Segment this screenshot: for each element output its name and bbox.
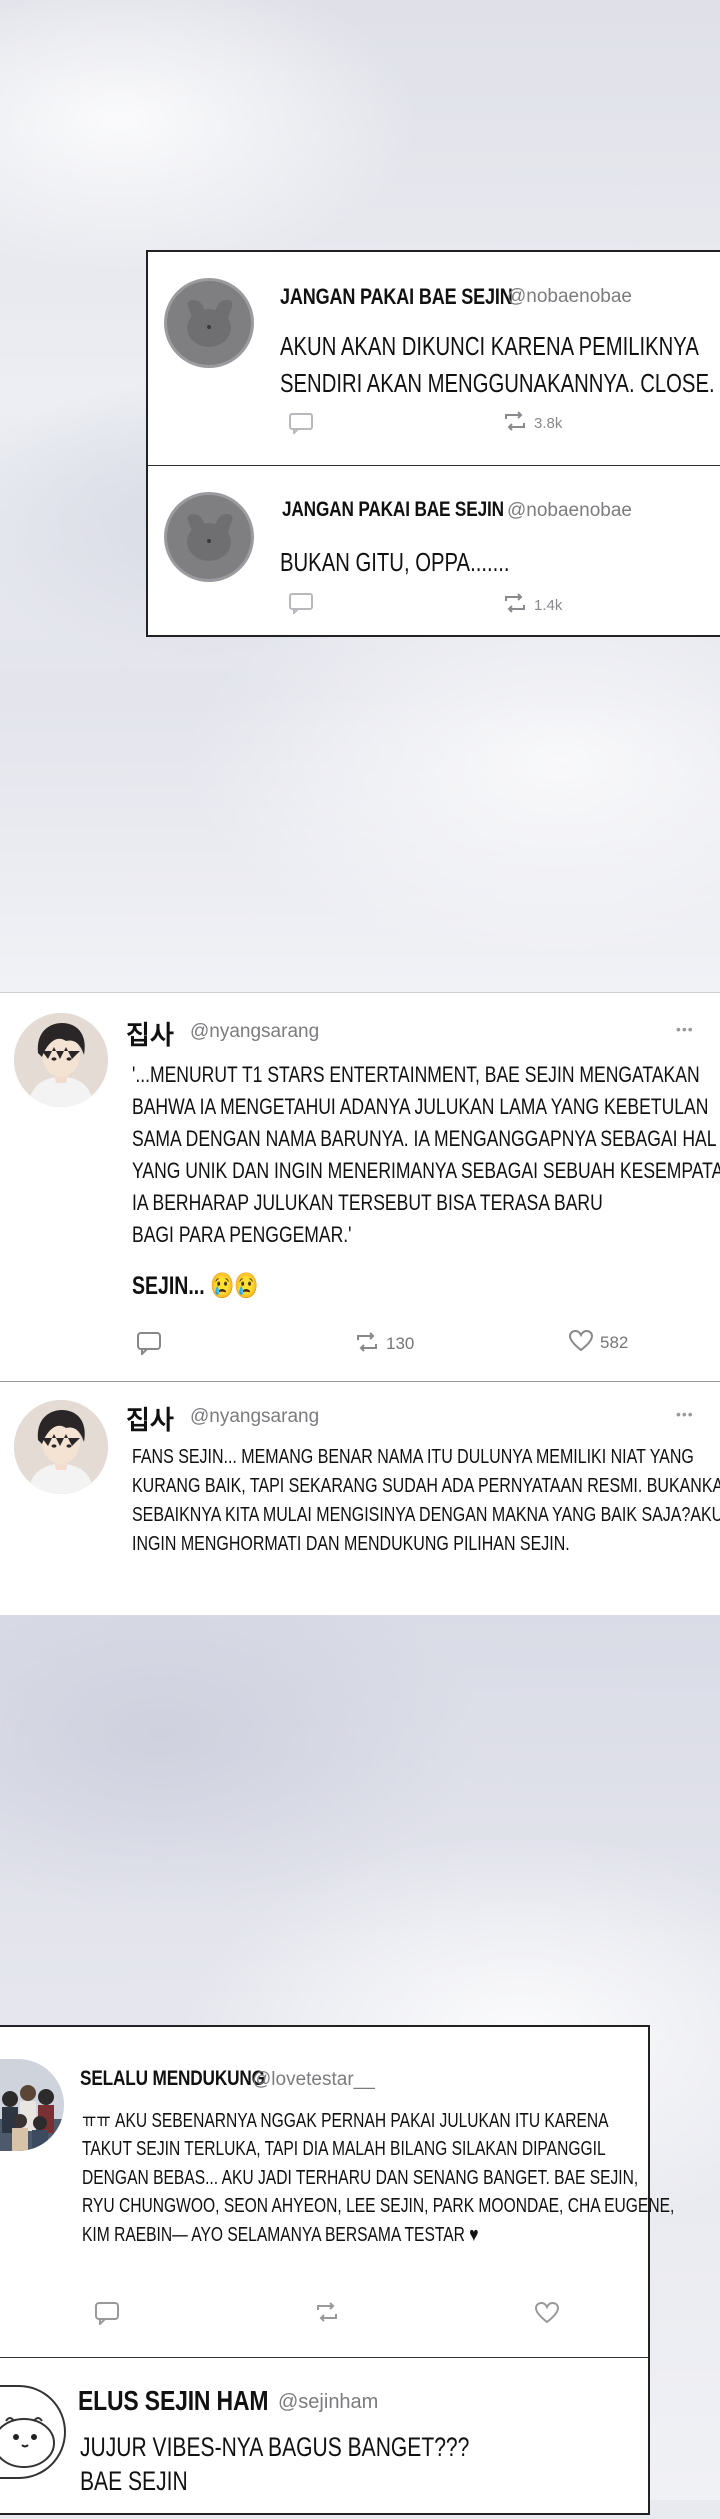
user-handle[interactable]: @nyangsarang [190, 1021, 319, 1043]
tweet-panel-bottom: SELALU MENDUKUNG @lovetestar__ ㅠㅠ AKU SE… [0, 2025, 674, 2515]
tweet-line: BAHWA IA MENGETAHUI ADANYA JULUKAN LAMA … [132, 1093, 709, 1119]
retweet-icon[interactable] [314, 2301, 340, 2328]
retweet-button[interactable]: 3.8k [502, 410, 562, 437]
tweet-panel-top: JANGAN PAKAI BAE SEJIN @nobaenobae AKUN … [146, 250, 720, 637]
retweet-icon [502, 410, 528, 437]
retweet-icon [354, 1331, 380, 1358]
tweet-line: FANS SEJIN... MEMANG BENAR NAMA ITU DULU… [132, 1445, 694, 1468]
default-avatar-icon[interactable] [164, 492, 254, 582]
tweet-body: BUKAN GITU, OPPA....... [280, 544, 510, 581]
like-button[interactable]: 582 [568, 1329, 628, 1358]
tweet-card[interactable]: ELUS SEJIN HAM @sejinham JUJUR VIBES-NYA… [0, 2359, 648, 2519]
user-handle: @nobaenobae [507, 500, 632, 521]
hamster-avatar-icon[interactable] [0, 2385, 66, 2479]
tweet-body: FANS SEJIN... MEMANG BENAR NAMA ITU DULU… [132, 1442, 720, 1558]
tweet-line: AKUN AKAN DIKUNCI KARENA PEMILIKNYA [280, 331, 699, 361]
reply-icon[interactable] [136, 1331, 162, 1360]
tweet-line: TAKUT SEJIN TERLUKA, TAPI DIA MALAH BILA… [82, 2138, 606, 2161]
tweet-line: KIM RAEBIN— AYO SELAMANYA BERSAMA TESTAR… [82, 2223, 479, 2246]
tweet-body: AKUN AKAN DIKUNCI KARENA PEMILIKNYA SEND… [280, 328, 715, 402]
reply-icon[interactable] [288, 412, 314, 439]
tweet-divider [0, 2357, 648, 2358]
tweet-line: SENDIRI AKAN MENGGUNAKANNYA. CLOSE. [280, 367, 715, 398]
tweet-card[interactable]: JANGAN PAKAI BAE SEJIN @nobaenobae BUKAN… [148, 466, 720, 636]
tweet-line: RYU CHUNGWOO, SEON AHYEON, LEE SEJIN, PA… [82, 2195, 675, 2218]
tweet-line: YANG UNIK DAN INGIN MENERIMANYA SEBAGAI … [132, 1157, 720, 1183]
tweet-line: '...MENURUT T1 STARS ENTERTAINMENT, BAE … [132, 1062, 700, 1087]
retweet-count: 3.8k [534, 414, 563, 432]
profile-avatar[interactable] [14, 1400, 108, 1494]
user-handle: @nobaenobae [507, 286, 632, 307]
tweet-line: KURANG BAIK, TAPI SEKARANG SUDAH ADA PER… [132, 1474, 720, 1498]
display-name: SELALU MENDUKUNG [80, 2067, 265, 2090]
default-avatar-icon[interactable] [164, 278, 254, 368]
tweet-line: DENGAN BEBAS... AKU JADI TERHARU DAN SEN… [82, 2166, 639, 2189]
tweet-line: INGIN MENGHORMATI DAN MENDUKUNG PILIHAN … [132, 1532, 570, 1556]
retweet-button[interactable]: 1.4k [502, 592, 562, 619]
tweet-header: ELUS SEJIN HAM [78, 2385, 310, 2416]
display-name: 집사 [126, 1405, 174, 1435]
tweet-line: BAGI PARA PENGGEMAR.' [132, 1221, 352, 1247]
retweet-count: 130 [386, 1333, 415, 1353]
user-handle: @sejinham [278, 2391, 379, 2413]
user-handle[interactable]: @nyangsarang [190, 1406, 319, 1428]
tweet-line: SEBAIKNYA KITA MULAI MENGISINYA DENGAN M… [132, 1503, 720, 1527]
like-count: 582 [600, 1332, 629, 1352]
more-options-icon[interactable]: ••• [676, 1021, 694, 1037]
tweet-card[interactable]: 집사 @nyangsarang ••• '...MENURUT T1 STARS… [0, 993, 720, 1381]
tweet-tail: SEJIN... 😢😢 [132, 1272, 259, 1300]
tweet-card[interactable]: 집사 @nyangsarang ••• FANS SEJIN... MEMANG… [0, 1382, 720, 1614]
tweet-card[interactable]: JANGAN PAKAI BAE SEJIN @nobaenobae AKUN … [148, 252, 720, 465]
reply-icon[interactable] [94, 2301, 120, 2330]
profile-avatar[interactable] [14, 1013, 108, 1107]
tweet-line: ㅠㅠ AKU SEBENARNYA NGGAK PERNAH PAKAI JUL… [82, 2110, 609, 2132]
tweet-body: '...MENURUT T1 STARS ENTERTAINMENT, BAE … [132, 1059, 720, 1251]
tweet-line: BAE SEJIN [80, 2465, 188, 2496]
heart-icon [568, 1329, 594, 1358]
retweet-button[interactable]: 130 [354, 1331, 414, 1358]
group-photo-avatar[interactable] [0, 2059, 64, 2151]
tweet-line: SAMA DENGAN NAMA BARUNYA. IA MENGANGGAPN… [132, 1125, 717, 1151]
tweet-panel-middle: 집사 @nyangsarang ••• '...MENURUT T1 STARS… [0, 992, 720, 1615]
heart-icon[interactable] [534, 2301, 560, 2330]
tweet-line: BUKAN GITU, OPPA....... [280, 547, 510, 577]
display-name: 집사 [126, 1020, 174, 1050]
more-options-icon[interactable]: ••• [676, 1406, 694, 1422]
tweet-line: JUJUR VIBES-NYA BAGUS BANGET??? [80, 2432, 470, 2462]
user-handle: @lovetestar__ [252, 2069, 375, 2090]
retweet-count: 1.4k [534, 596, 563, 614]
display-name: JANGAN PAKAI BAE SEJIN [280, 284, 513, 309]
tweet-card[interactable]: SELALU MENDUKUNG @lovetestar__ ㅠㅠ AKU SE… [0, 2027, 674, 2357]
tweet-line: IA BERHARAP JULUKAN TERSEBUT BISA TERASA… [132, 1189, 603, 1215]
tweet-body: JUJUR VIBES-NYA BAGUS BANGET??? BAE SEJI… [80, 2431, 469, 2499]
reply-icon[interactable] [288, 592, 314, 619]
display-name: ELUS SEJIN HAM [78, 2385, 269, 2416]
display-name: JANGAN PAKAI BAE SEJIN [282, 498, 504, 521]
tweet-body: ㅠㅠ AKU SEBENARNYA NGGAK PERNAH PAKAI JUL… [82, 2107, 674, 2249]
retweet-icon [502, 592, 528, 619]
